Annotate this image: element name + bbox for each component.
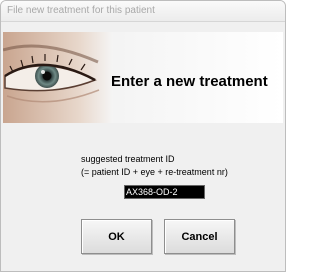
treatment-id-hint: (= patient ID + eye + re-treatment nr) [81, 167, 228, 177]
header-banner: Enter a new treatment [3, 32, 283, 123]
banner-heading: Enter a new treatment [111, 73, 268, 90]
ok-button[interactable]: OK [81, 219, 152, 254]
window-title: File new treatment for this patient [7, 5, 155, 16]
eye-image-icon [3, 32, 113, 123]
dialog-window: File new treatment for this patient Ente… [0, 0, 286, 272]
title-bar[interactable]: File new treatment for this patient [1, 1, 285, 22]
treatment-id-field[interactable]: AX368-OD-2 [124, 185, 205, 199]
cancel-button[interactable]: Cancel [164, 219, 235, 254]
treatment-id-label: suggested treatment ID [81, 154, 175, 164]
